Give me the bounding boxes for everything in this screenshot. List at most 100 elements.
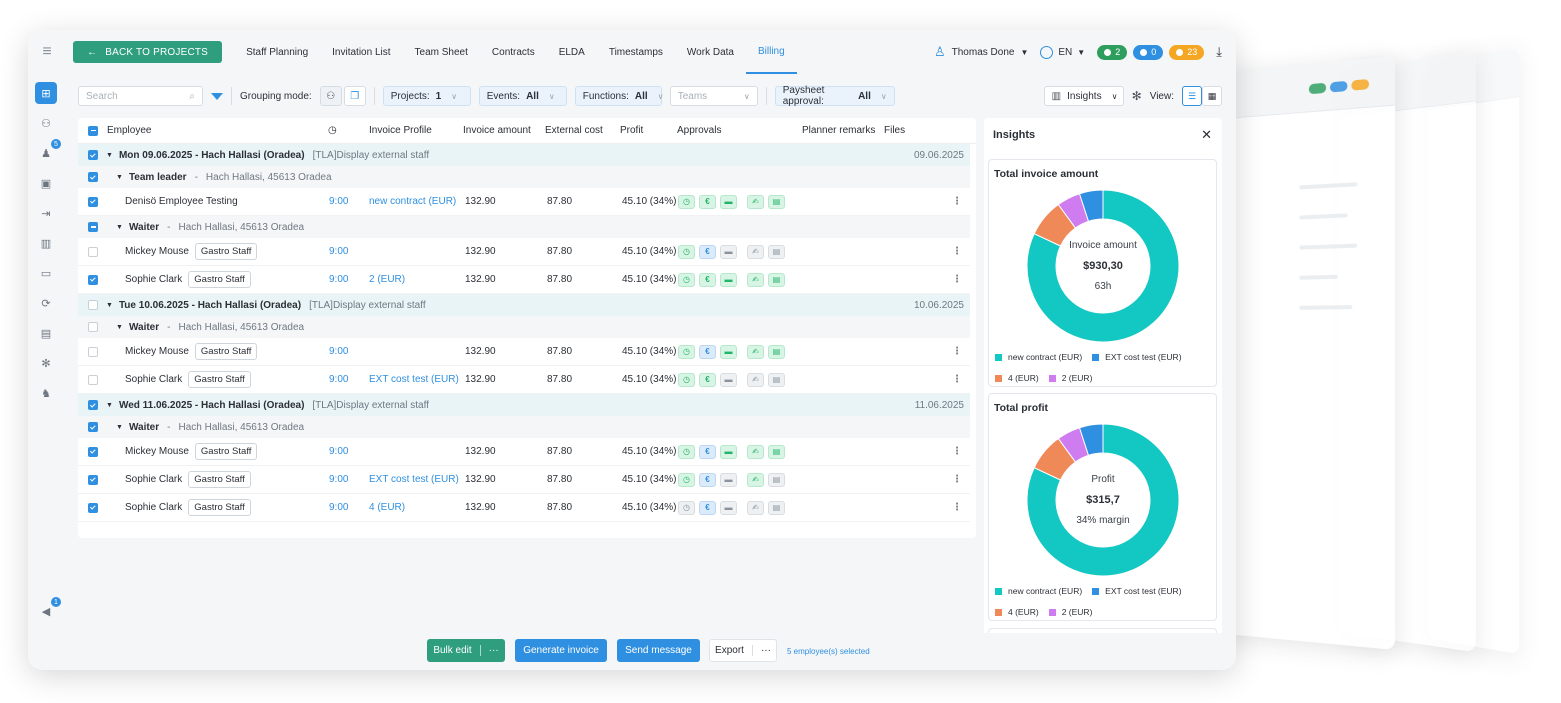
document-check-icon[interactable]: ▤ <box>768 195 785 209</box>
notification-badge[interactable]: 23 <box>1169 45 1204 60</box>
more-options-icon[interactable]: ⋮ <box>952 446 962 457</box>
sidebar-item-org-chart[interactable]: ⊞ <box>35 82 57 104</box>
legend-item[interactable]: 2 (EUR) <box>1049 607 1093 617</box>
sidebar-item-teams[interactable]: ⚇ <box>35 112 57 134</box>
document-check-icon[interactable]: ▤ <box>768 373 785 387</box>
cash-icon[interactable]: ▬ <box>720 473 737 487</box>
menu-icon[interactable]: ≡ <box>28 43 66 61</box>
clock-icon[interactable]: ◷ <box>678 245 695 259</box>
more-options-icon[interactable]: ⋮ <box>952 274 962 285</box>
tab-invitation-list[interactable]: Invitation List <box>320 30 402 74</box>
clock-icon[interactable]: ◷ <box>678 195 695 209</box>
euro-icon[interactable]: € <box>699 373 716 387</box>
user-menu[interactable]: ♙ Thomas Done ▼ <box>934 44 1028 60</box>
row-checkbox[interactable] <box>88 400 98 410</box>
function-group-row[interactable]: ▼Waiter-Hach Hallasi, 45613 Oradea <box>78 416 970 438</box>
invoice-profile-link[interactable]: EXT cost test (EUR) <box>369 374 459 385</box>
employee-cell[interactable]: Mickey MouseGastro Staff <box>125 243 257 260</box>
clock-icon[interactable]: ◷ <box>678 501 695 515</box>
time-link[interactable]: 9:00 <box>329 196 348 207</box>
invoice-profile-link[interactable]: new contract (EUR) <box>369 196 456 207</box>
column-planner-remarks[interactable]: Planner remarks <box>802 125 875 136</box>
clock-icon[interactable]: ◷ <box>678 273 695 287</box>
employee-cell[interactable]: Sophie ClarkGastro Staff <box>125 271 251 288</box>
caret-down-icon[interactable]: ▼ <box>106 302 113 309</box>
cash-icon[interactable]: ▬ <box>720 501 737 515</box>
employee-cell[interactable]: Sophie ClarkGastro Staff <box>125 499 251 516</box>
document-check-icon[interactable]: ▤ <box>768 501 785 515</box>
euro-icon[interactable]: € <box>699 195 716 209</box>
more-options-icon[interactable]: ⋮ <box>952 474 962 485</box>
cash-icon[interactable]: ▬ <box>720 373 737 387</box>
time-link[interactable]: 9:00 <box>329 246 348 257</box>
euro-icon[interactable]: € <box>699 345 716 359</box>
more-options-icon[interactable]: ⋮ <box>952 246 962 257</box>
close-icon[interactable]: ✕ <box>1201 127 1212 143</box>
row-checkbox[interactable] <box>88 172 98 182</box>
sidebar-item-money[interactable]: ▭ <box>35 262 57 284</box>
time-link[interactable]: 9:00 <box>329 274 348 285</box>
bulk-edit-button[interactable]: Bulk edit ··· <box>427 639 505 662</box>
select-all-checkbox[interactable] <box>88 126 98 136</box>
grid-view-button[interactable]: ▦ <box>1202 86 1222 106</box>
signature-icon[interactable]: ✍ <box>747 273 764 287</box>
row-checkbox[interactable] <box>88 375 98 385</box>
tab-elda[interactable]: ELDA <box>547 30 597 74</box>
employee-cell[interactable]: Sophie ClarkGastro Staff <box>125 471 251 488</box>
caret-down-icon[interactable]: ▼ <box>116 174 123 181</box>
function-group-row[interactable]: ▼Waiter-Hach Hallasi, 45613 Oradea <box>78 316 970 338</box>
more-options-icon[interactable]: ⋮ <box>952 502 962 513</box>
time-link[interactable]: 9:00 <box>329 474 348 485</box>
sidebar-item-settings[interactable]: ✻ <box>35 352 57 374</box>
row-checkbox[interactable] <box>88 475 98 485</box>
euro-icon[interactable]: € <box>699 273 716 287</box>
cash-icon[interactable]: ▬ <box>720 245 737 259</box>
invoice-profile-link[interactable]: EXT cost test (EUR) <box>369 474 459 485</box>
row-checkbox[interactable] <box>88 197 98 207</box>
cash-icon[interactable]: ▬ <box>720 445 737 459</box>
signature-icon[interactable]: ✍ <box>747 445 764 459</box>
row-checkbox[interactable] <box>88 322 98 332</box>
sidebar-item-building[interactable]: ▥ <box>35 232 57 254</box>
column-files[interactable]: Files <box>884 125 905 136</box>
sidebar-item-login[interactable]: ⇥ <box>35 202 57 224</box>
caret-down-icon[interactable]: ▼ <box>116 224 123 231</box>
employee-cell[interactable]: Sophie ClarkGastro Staff <box>125 371 251 388</box>
send-message-button[interactable]: Send message <box>617 639 700 662</box>
signature-icon[interactable]: ✍ <box>747 501 764 515</box>
caret-down-icon[interactable]: ▼ <box>116 324 123 331</box>
document-check-icon[interactable]: ▤ <box>768 445 785 459</box>
more-options-icon[interactable]: ⋮ <box>952 196 962 207</box>
event-group-row[interactable]: ▼Mon 09.06.2025 - Hach Hallasi (Oradea)[… <box>78 144 970 166</box>
employee-cell[interactable]: Mickey MouseGastro Staff <box>125 343 257 360</box>
sidebar-item-user-settings[interactable]: ♞ <box>35 382 57 404</box>
group-by-people-button[interactable]: ⚇ <box>320 86 342 106</box>
tab-billing[interactable]: Billing <box>746 30 797 74</box>
legend-item[interactable]: 4 (EUR) <box>995 607 1039 617</box>
document-check-icon[interactable]: ▤ <box>768 345 785 359</box>
column-invoice-amount[interactable]: Invoice amount <box>463 125 531 136</box>
row-checkbox[interactable] <box>88 503 98 513</box>
row-checkbox[interactable] <box>88 247 98 257</box>
function-group-row[interactable]: ▼Team leader-Hach Hallasi, 45613 Oradea <box>78 166 970 188</box>
search-input[interactable]: Search ⌕ <box>78 86 203 106</box>
invoice-profile-link[interactable]: 2 (EUR) <box>369 274 405 285</box>
legend-item[interactable]: new contract (EUR) <box>995 352 1082 362</box>
document-check-icon[interactable]: ▤ <box>768 273 785 287</box>
tab-contracts[interactable]: Contracts <box>480 30 547 74</box>
column-profit[interactable]: Profit <box>620 125 643 136</box>
group-by-document-button[interactable]: ❐ <box>344 86 366 106</box>
signature-icon[interactable]: ✍ <box>747 345 764 359</box>
notification-badge[interactable]: 2 <box>1097 45 1127 60</box>
legend-item[interactable]: EXT cost test (EUR) <box>1092 586 1181 596</box>
employee-cell[interactable]: Mickey MouseGastro Staff <box>125 443 257 460</box>
row-checkbox[interactable] <box>88 275 98 285</box>
function-group-row[interactable]: ▼Waiter-Hach Hallasi, 45613 Oradea <box>78 216 970 238</box>
sidebar-item-documents[interactable]: ▤ <box>35 322 57 344</box>
row-checkbox[interactable] <box>88 150 98 160</box>
row-checkbox[interactable] <box>88 447 98 457</box>
sidebar-item-announcements[interactable]: ◀1 <box>35 600 57 622</box>
cash-icon[interactable]: ▬ <box>720 195 737 209</box>
legend-item[interactable]: 4 (EUR) <box>995 373 1039 383</box>
events-filter[interactable]: Events: All ∨ <box>479 86 567 106</box>
